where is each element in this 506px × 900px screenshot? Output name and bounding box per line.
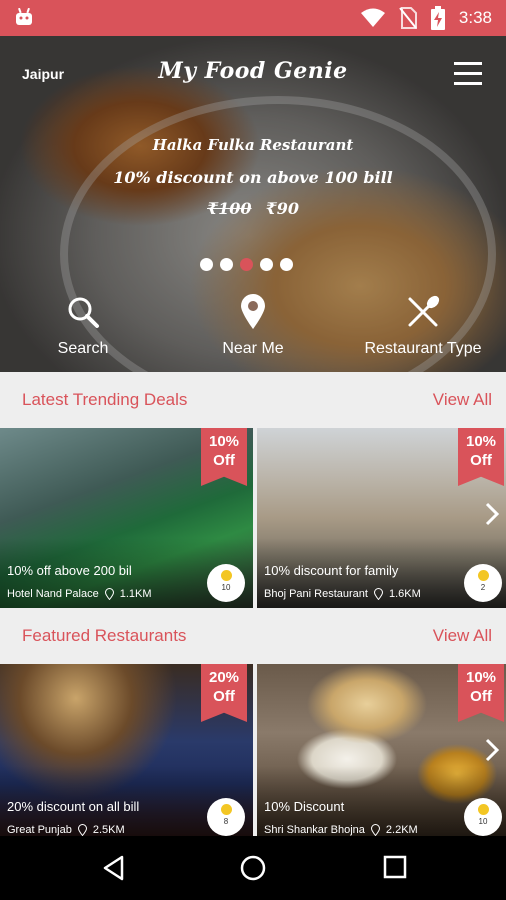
android-icon xyxy=(16,8,32,25)
slide-indicator xyxy=(200,258,293,271)
hero-banner[interactable]: Jaipur My Food Genie Halka Fulka Restaur… xyxy=(0,36,506,372)
featured-header: Featured Restaurants View All xyxy=(0,608,506,664)
banner-new-price: ₹90 xyxy=(265,199,299,218)
navigation-bar xyxy=(0,836,506,900)
clock: 3:38 xyxy=(458,8,492,27)
featured-title: Featured Restaurants xyxy=(22,626,187,645)
smiley-icon xyxy=(477,570,489,581)
restaurant-type-button[interactable]: Restaurant Type xyxy=(358,292,488,358)
deal-meta: Bhoj Pani Restaurant 1.6KM xyxy=(264,588,421,600)
banner-old-price: ₹100 xyxy=(207,199,252,218)
near-me-button[interactable]: Near Me xyxy=(210,292,296,358)
distance: 1.1KM xyxy=(119,588,152,600)
restaurant-name: Great Punjab xyxy=(7,824,72,836)
smiley-icon xyxy=(220,570,232,581)
location-pin-icon xyxy=(77,824,87,836)
distance: 1.6KM xyxy=(388,588,421,600)
rating-badge: 10 xyxy=(207,564,245,602)
back-icon[interactable] xyxy=(100,854,128,882)
fork-knife-icon xyxy=(408,295,440,327)
smiley-icon xyxy=(220,804,232,815)
smiley-icon xyxy=(477,804,489,815)
deal-text: 10% discount for family xyxy=(264,563,399,578)
no-sim-icon xyxy=(399,7,417,29)
restaurant-name: Bhoj Pani Restaurant xyxy=(264,588,368,600)
slide-dot[interactable] xyxy=(280,258,293,271)
chevron-right-icon[interactable] xyxy=(484,738,500,762)
rating-badge: 8 xyxy=(207,798,245,836)
restaurant-card[interactable]: 10% Off 10% Discount Shri Shankar Bhojna … xyxy=(257,664,506,836)
chevron-right-icon[interactable] xyxy=(484,502,500,526)
battery-charging-icon xyxy=(430,6,445,30)
featured-view-all-link[interactable]: View All xyxy=(433,626,492,646)
deal-text: 20% discount on all bill xyxy=(7,799,140,814)
rating-badge: 10 xyxy=(464,798,502,836)
search-button[interactable]: Search xyxy=(40,292,126,358)
trending-title: Latest Trending Deals xyxy=(22,390,188,409)
trending-view-all-link[interactable]: View All xyxy=(433,390,492,410)
recents-icon[interactable] xyxy=(382,854,408,880)
deal-meta: Shri Shankar Bhojna 2.2KM xyxy=(264,824,418,836)
deal-meta: Great Punjab 2.5KM xyxy=(7,824,125,836)
trending-header: Latest Trending Deals View All xyxy=(0,372,506,428)
banner-offer-text: 10% discount on above 100 bill xyxy=(113,168,393,187)
slide-dot[interactable] xyxy=(200,258,213,271)
home-icon[interactable] xyxy=(239,854,267,882)
location-pin-icon xyxy=(373,588,383,600)
deal-card[interactable]: 10% Off 10% off above 200 bil Hotel Nand … xyxy=(0,428,253,608)
slide-dot[interactable] xyxy=(260,258,273,271)
status-bar: 3:38 xyxy=(0,0,506,36)
deal-meta: Hotel Nand Palace 1.1KM xyxy=(7,588,152,600)
location-pin-icon xyxy=(370,824,380,836)
app-title: My Food Genie xyxy=(158,58,348,84)
banner-restaurant-name: Halka Fulka Restaurant xyxy=(152,136,354,154)
restaurant-card[interactable]: 20% Off 20% discount on all bill Great Pu… xyxy=(0,664,253,836)
quick-actions: Search Near Me Restaurant Type xyxy=(0,292,506,372)
location-pin-icon xyxy=(241,294,265,329)
restaurant-name: Hotel Nand Palace xyxy=(7,588,99,600)
rating-badge: 2 xyxy=(464,564,502,602)
deal-text: 10% off above 200 bil xyxy=(7,563,132,578)
distance: 2.2KM xyxy=(385,824,418,836)
search-icon xyxy=(68,297,99,328)
location-pin-icon xyxy=(104,588,114,600)
banner-prices: ₹100 ₹90 xyxy=(0,199,506,218)
deal-card[interactable]: 10% Off 10% discount for family Bhoj Pani… xyxy=(257,428,506,608)
hamburger-menu-icon[interactable] xyxy=(454,62,482,85)
restaurant-name: Shri Shankar Bhojna xyxy=(264,824,365,836)
deal-text: 10% Discount xyxy=(264,799,345,814)
slide-dot[interactable] xyxy=(220,258,233,271)
slide-dot-active[interactable] xyxy=(240,258,253,271)
distance: 2.5KM xyxy=(92,824,125,836)
wifi-icon xyxy=(360,8,385,27)
